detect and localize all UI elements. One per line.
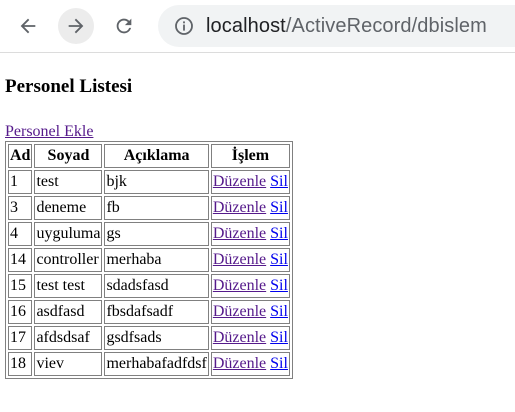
header-ad: Ad	[8, 144, 33, 168]
cell-actions: Düzenle Sil	[210, 300, 290, 324]
cell-aciklama: gs	[104, 222, 209, 246]
cell-soyad: test test	[34, 274, 103, 298]
cell-aciklama: fb	[104, 196, 209, 220]
edit-link[interactable]: Düzenle	[213, 277, 266, 294]
table-row: 16 asdfasd fbsdafsadf Düzenle Sil	[8, 300, 290, 324]
edit-link[interactable]: Düzenle	[213, 355, 266, 372]
cell-soyad: deneme	[34, 196, 103, 220]
cell-soyad: viev	[34, 352, 103, 376]
cell-id: 4	[8, 222, 33, 246]
cell-aciklama: merhabafadfdsf	[104, 352, 209, 376]
add-personnel-link[interactable]: Personel Ekle	[5, 123, 93, 140]
cell-id: 16	[8, 300, 33, 324]
delete-link[interactable]: Sil	[270, 173, 288, 190]
edit-link[interactable]: Düzenle	[213, 173, 266, 190]
edit-link[interactable]: Düzenle	[213, 225, 266, 242]
cell-aciklama: merhaba	[104, 248, 209, 272]
table-header-row: Ad Soyad Açıklama İşlem	[8, 144, 290, 168]
table-row: 14 controller merhaba Düzenle Sil	[8, 248, 290, 272]
header-aciklama: Açıklama	[104, 144, 209, 168]
header-soyad: Soyad	[34, 144, 103, 168]
table-row: 4 uyguluma gs Düzenle Sil	[8, 222, 290, 246]
url-host: localhost	[206, 14, 286, 37]
reload-icon	[116, 18, 132, 34]
reload-button[interactable]	[106, 8, 142, 44]
delete-link[interactable]: Sil	[270, 355, 288, 372]
table-row: 1 test bjk Düzenle Sil	[8, 170, 290, 194]
edit-link[interactable]: Düzenle	[213, 199, 266, 216]
edit-link[interactable]: Düzenle	[213, 329, 266, 346]
cell-soyad: uyguluma	[34, 222, 103, 246]
table-row: 18 viev merhabafadfdsf Düzenle Sil	[8, 352, 290, 376]
forward-arrow-icon	[68, 18, 84, 34]
delete-link[interactable]: Sil	[270, 303, 288, 320]
delete-link[interactable]: Sil	[270, 225, 288, 242]
url-text: localhost/ActiveRecord/dbislem	[206, 15, 487, 38]
cell-id: 1	[8, 170, 33, 194]
back-arrow-icon	[20, 18, 36, 34]
delete-link[interactable]: Sil	[270, 277, 288, 294]
table-row: 3 deneme fb Düzenle Sil	[8, 196, 290, 220]
personnel-table: Ad Soyad Açıklama İşlem 1 test bjk Düzen…	[5, 141, 293, 379]
cell-aciklama: bjk	[104, 170, 209, 194]
delete-link[interactable]: Sil	[270, 329, 288, 346]
address-bar[interactable]: localhost/ActiveRecord/dbislem	[158, 5, 515, 47]
page-content: Personel Listesi Personel Ekle Ad Soyad …	[0, 75, 515, 379]
cell-actions: Düzenle Sil	[210, 326, 290, 350]
table-row: 17 afdsdsaf gsdfsads Düzenle Sil	[8, 326, 290, 350]
page-title: Personel Listesi	[5, 76, 133, 97]
edit-link[interactable]: Düzenle	[213, 251, 266, 268]
cell-aciklama: sdadsfasd	[104, 274, 209, 298]
delete-link[interactable]: Sil	[270, 251, 288, 268]
info-icon[interactable]	[174, 16, 194, 36]
cell-actions: Düzenle Sil	[210, 274, 290, 298]
forward-button[interactable]	[58, 8, 94, 44]
cell-id: 18	[8, 352, 33, 376]
url-path: /ActiveRecord/dbislem	[285, 14, 487, 37]
table-body: 1 test bjk Düzenle Sil 3 deneme fb Düzen…	[8, 170, 290, 376]
cell-actions: Düzenle Sil	[210, 222, 290, 246]
cell-actions: Düzenle Sil	[210, 248, 290, 272]
cell-actions: Düzenle Sil	[210, 170, 290, 194]
delete-link[interactable]: Sil	[270, 199, 288, 216]
cell-actions: Düzenle Sil	[210, 352, 290, 376]
cell-id: 14	[8, 248, 33, 272]
cell-actions: Düzenle Sil	[210, 196, 290, 220]
cell-soyad: asdfasd	[34, 300, 103, 324]
cell-aciklama: fbsdafsadf	[104, 300, 209, 324]
cell-id: 17	[8, 326, 33, 350]
cell-soyad: test	[34, 170, 103, 194]
browser-toolbar: localhost/ActiveRecord/dbislem	[0, 0, 515, 53]
back-button[interactable]	[10, 8, 46, 44]
cell-id: 15	[8, 274, 33, 298]
cell-id: 3	[8, 196, 33, 220]
table-row: 15 test test sdadsfasd Düzenle Sil	[8, 274, 290, 298]
cell-soyad: afdsdsaf	[34, 326, 103, 350]
cell-aciklama: gsdfsads	[104, 326, 209, 350]
cell-soyad: controller	[34, 248, 103, 272]
header-islem: İşlem	[210, 144, 290, 168]
edit-link[interactable]: Düzenle	[213, 303, 266, 320]
